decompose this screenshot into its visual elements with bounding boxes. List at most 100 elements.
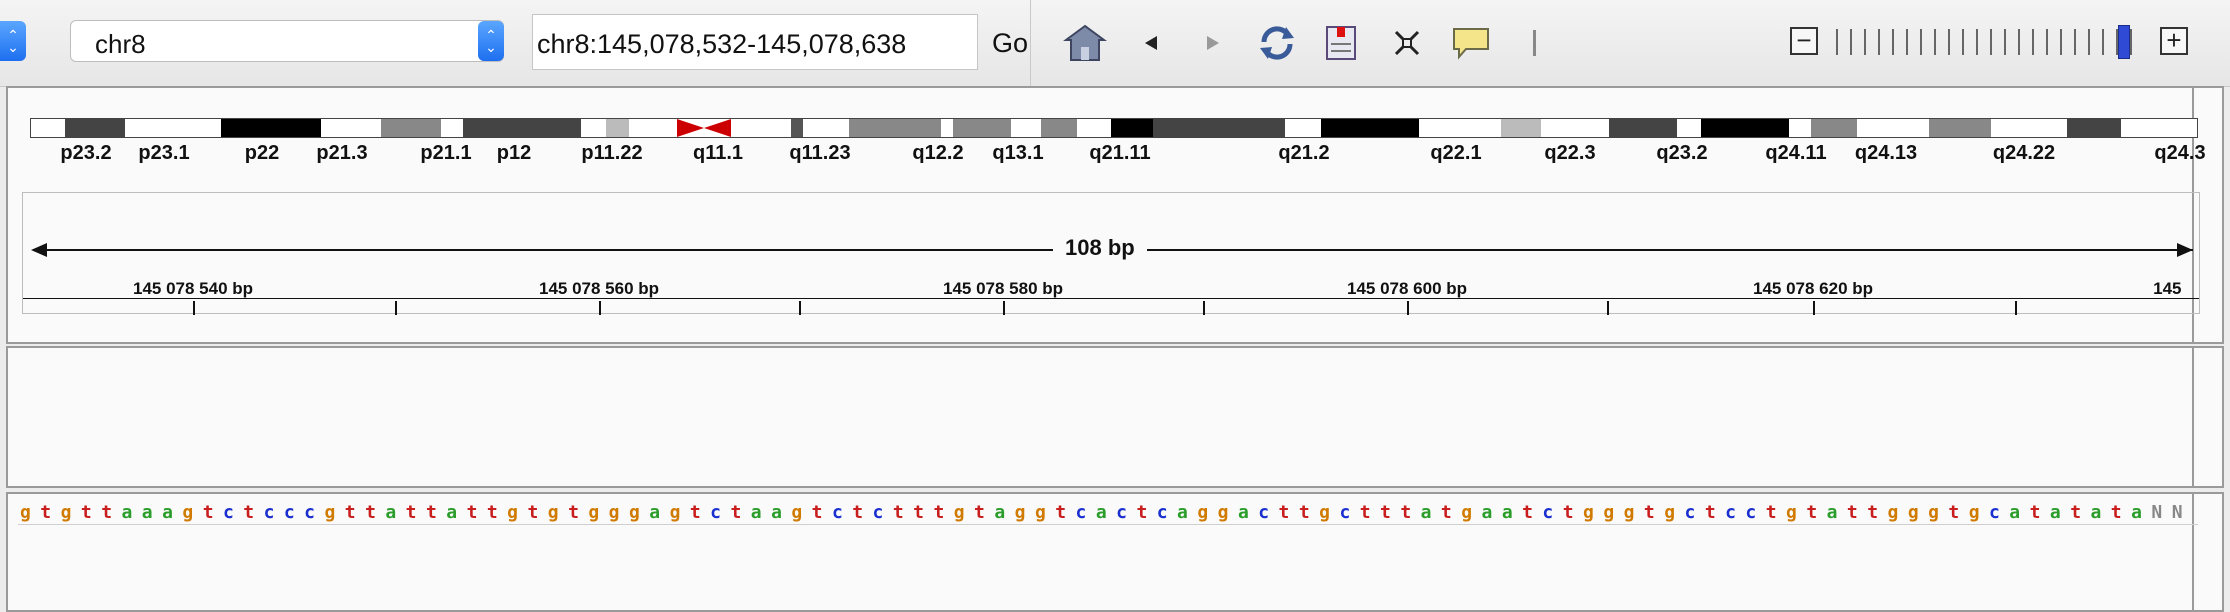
header-panel: p23.2 p23.1 p22 p21.3 p21.1 p12 p11.22 q11.1 q11… — [6, 86, 2224, 344]
sequence-base: g — [588, 502, 600, 523]
sequence-base: g — [1928, 502, 1939, 523]
ideogram-band — [1609, 119, 1677, 137]
ideogram-band — [629, 119, 677, 137]
sequence-base: c — [263, 502, 275, 523]
zoom-tick — [1850, 29, 1852, 55]
sequence-base: t — [913, 502, 924, 523]
sequence-base: a — [1826, 502, 1838, 523]
cytoband-label: p11.22 — [581, 142, 643, 164]
sequence-base: g — [669, 502, 681, 523]
zoom-tick — [2004, 29, 2006, 55]
resize-to-window-icon[interactable] — [1384, 20, 1430, 66]
sequence-base: t — [365, 502, 376, 523]
sequence-base: t — [974, 502, 985, 523]
sequence-base: g — [1786, 502, 1797, 523]
zoom-out-button[interactable]: − — [1790, 27, 1818, 55]
zoom-slider-thumb[interactable] — [2118, 25, 2130, 59]
sequence-base: t — [101, 502, 113, 523]
zoom-in-button[interactable]: + — [2160, 27, 2188, 55]
sequence-base: a — [1420, 502, 1432, 523]
sequence-base: g — [1217, 502, 1229, 523]
sequence-base: t — [2070, 502, 2082, 523]
cytoband-label: q24.3 — [2154, 142, 2206, 164]
go-button[interactable]: Go — [992, 28, 1028, 59]
sequence-base: g — [60, 502, 72, 523]
sequence-base: g — [20, 502, 31, 523]
chromosome-dropdown-stepper[interactable]: ⌃ ⌄ — [478, 21, 504, 61]
ideogram-band — [1991, 119, 2067, 137]
sequence-base: t — [40, 502, 52, 523]
ideogram-band — [381, 119, 441, 137]
sequence-base: t — [1846, 502, 1858, 523]
sequence-base: c — [872, 502, 884, 523]
sequence-base: g — [1319, 502, 1330, 523]
data-panel[interactable] — [6, 346, 2224, 488]
ideogram-band — [1011, 119, 1041, 137]
sequence-base: a — [121, 502, 133, 523]
sequence-base: t — [405, 502, 417, 523]
panel-divider — [2192, 348, 2194, 486]
zoom-slider[interactable] — [1836, 29, 2146, 55]
sequence-base: c — [831, 502, 843, 523]
ideogram-band — [849, 119, 941, 137]
sequence-base: c — [1258, 502, 1270, 523]
toolbar: ⌃ ⌄ chr8 ⌃ ⌄ chr8:145,078,532-145,078,63… — [0, 0, 2230, 87]
ideogram-band — [1857, 119, 1929, 137]
ideogram-band — [1501, 119, 1541, 137]
sequence-base: t — [344, 502, 356, 523]
sequence-base: t — [1359, 502, 1371, 523]
centromere-marker — [677, 119, 731, 137]
forward-arrow-icon[interactable] — [1190, 20, 1236, 66]
chromosome-dropdown[interactable]: chr8 ⌃ ⌄ — [70, 20, 504, 62]
sequence-base: a — [1501, 502, 1513, 523]
sequence-base: t — [486, 502, 498, 523]
feature-panel[interactable]: gtgttaaagtctcccgttattattgtgtgggagtctaagt… — [6, 492, 2224, 612]
cytoband-label: q12.2 — [912, 142, 964, 164]
ideogram-band — [1677, 119, 1701, 137]
sequence-base: t — [689, 502, 701, 523]
sequence-base: t — [852, 502, 864, 523]
home-icon[interactable] — [1062, 20, 1108, 66]
ideogram-band — [125, 119, 221, 137]
sequence-base: c — [1989, 502, 2000, 523]
cytoband-label: q24.13 — [1854, 142, 1918, 164]
sequence-base: t — [1380, 502, 1391, 523]
sequence-base: N — [2171, 502, 2183, 523]
region-of-interest-icon[interactable] — [1318, 20, 1364, 66]
ideogram-band — [2121, 119, 2197, 137]
sequence-track[interactable]: gtgttaaagtctcccgttattattgtgtgggagtctaagt… — [18, 500, 2198, 526]
sequence-base: t — [466, 502, 478, 523]
ideogram-band — [1929, 119, 1991, 137]
locus-input[interactable]: chr8:145,078,532-145,078,638 — [532, 14, 978, 70]
ideogram-band — [1701, 119, 1789, 137]
sequence-base: t — [2029, 502, 2041, 523]
cytoband-label: q24.11 — [1765, 142, 1827, 164]
ideogram-band — [1041, 119, 1077, 137]
ruler-tick-label: 145 078 560 bp — [538, 279, 660, 298]
popup-info-icon[interactable] — [1448, 20, 1494, 66]
sequence-base: t — [811, 502, 823, 523]
sequence-base: c — [222, 502, 234, 523]
cytoband-label: p21.1 — [420, 142, 472, 164]
sequence-base: N — [2151, 502, 2163, 523]
sequence-base: g — [1034, 502, 1046, 523]
sequence-base: c — [1725, 502, 1736, 523]
sequence-base: t — [1948, 502, 1960, 523]
ideogram-bar[interactable] — [30, 118, 2198, 138]
zoom-tick — [1976, 29, 1978, 55]
ideogram-band — [321, 119, 381, 137]
sequence-base: t — [933, 502, 945, 523]
chevron-down-icon: ⌄ — [7, 39, 19, 55]
cytoband-label: q11.1 — [692, 142, 744, 164]
sequence-base: c — [1075, 502, 1087, 523]
genome-dropdown-stepper[interactable]: ⌃ ⌄ — [0, 21, 26, 61]
ruler[interactable]: 108 bp 145 078 540 bp 145 078 560 bp 145 0… — [22, 192, 2200, 315]
sequence-base: c — [710, 502, 721, 523]
back-arrow-icon[interactable] — [1128, 20, 1174, 66]
sequence-base: t — [1298, 502, 1310, 523]
sequence-base: g — [1603, 502, 1615, 523]
sequence-base: g — [608, 502, 620, 523]
zoom-tick — [1990, 29, 1992, 55]
ideogram-band — [441, 119, 463, 137]
refresh-icon[interactable] — [1254, 20, 1300, 66]
